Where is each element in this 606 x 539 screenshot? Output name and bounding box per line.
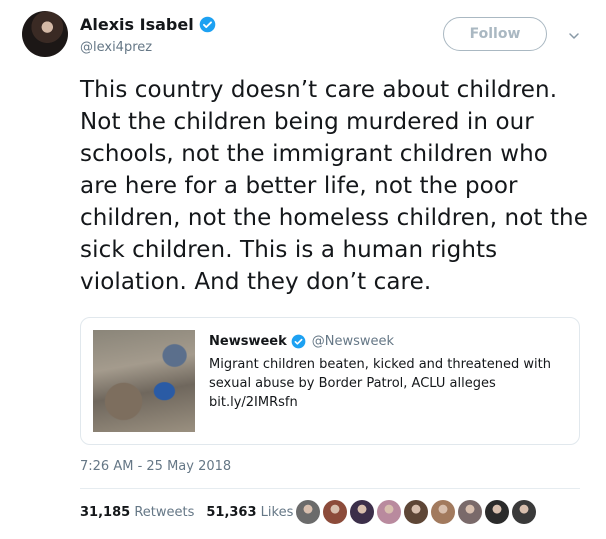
liker-avatar[interactable]: [431, 500, 455, 524]
liker-avatar[interactable]: [323, 500, 347, 524]
liker-avatar[interactable]: [458, 500, 482, 524]
quoted-author-row: Newsweek @Newsweek: [209, 334, 394, 349]
retweets-label: Retweets: [134, 505, 195, 520]
verified-badge-icon: [199, 16, 215, 33]
stats-top-divider: [80, 488, 580, 489]
author-display-name[interactable]: Alexis Isabel: [80, 15, 194, 34]
quoted-tweet-image[interactable]: [93, 330, 195, 432]
quoted-tweet-text: Migrant children beaten, kicked and thre…: [209, 357, 551, 410]
liker-avatar[interactable]: [296, 500, 320, 524]
follow-button[interactable]: Follow: [443, 17, 547, 51]
likes-stat[interactable]: 51,363 Likes: [206, 505, 293, 520]
quoted-tweet[interactable]: Newsweek @Newsweek Migrant children beat…: [80, 317, 580, 445]
chevron-down-icon[interactable]: [568, 30, 580, 42]
liker-avatar[interactable]: [377, 500, 401, 524]
tweet-stats: 31,185 Retweets 51,363 Likes: [80, 505, 293, 520]
quoted-verified-badge-icon: [291, 334, 306, 349]
likes-count: 51,363: [206, 505, 257, 520]
quoted-author-handle: @Newsweek: [311, 334, 395, 349]
author-handle[interactable]: @lexi4prez: [80, 40, 152, 55]
likes-label: Likes: [260, 505, 294, 520]
liker-avatars: [296, 500, 536, 524]
quoted-author-name: Newsweek: [209, 334, 287, 349]
tweet-timestamp[interactable]: 7:26 AM - 25 May 2018: [80, 459, 231, 474]
liker-avatar[interactable]: [350, 500, 374, 524]
liker-avatar[interactable]: [512, 500, 536, 524]
author-name-row[interactable]: Alexis Isabel: [80, 15, 216, 34]
retweets-stat[interactable]: 31,185 Retweets: [80, 505, 194, 520]
tweet-card: Alexis Isabel @lexi4prez Follow This cou…: [0, 0, 606, 539]
retweets-count: 31,185: [80, 505, 131, 520]
liker-avatar[interactable]: [485, 500, 509, 524]
tweet-text: This country doesn’t care about children…: [80, 77, 588, 295]
liker-avatar[interactable]: [404, 500, 428, 524]
author-avatar[interactable]: [22, 11, 68, 57]
